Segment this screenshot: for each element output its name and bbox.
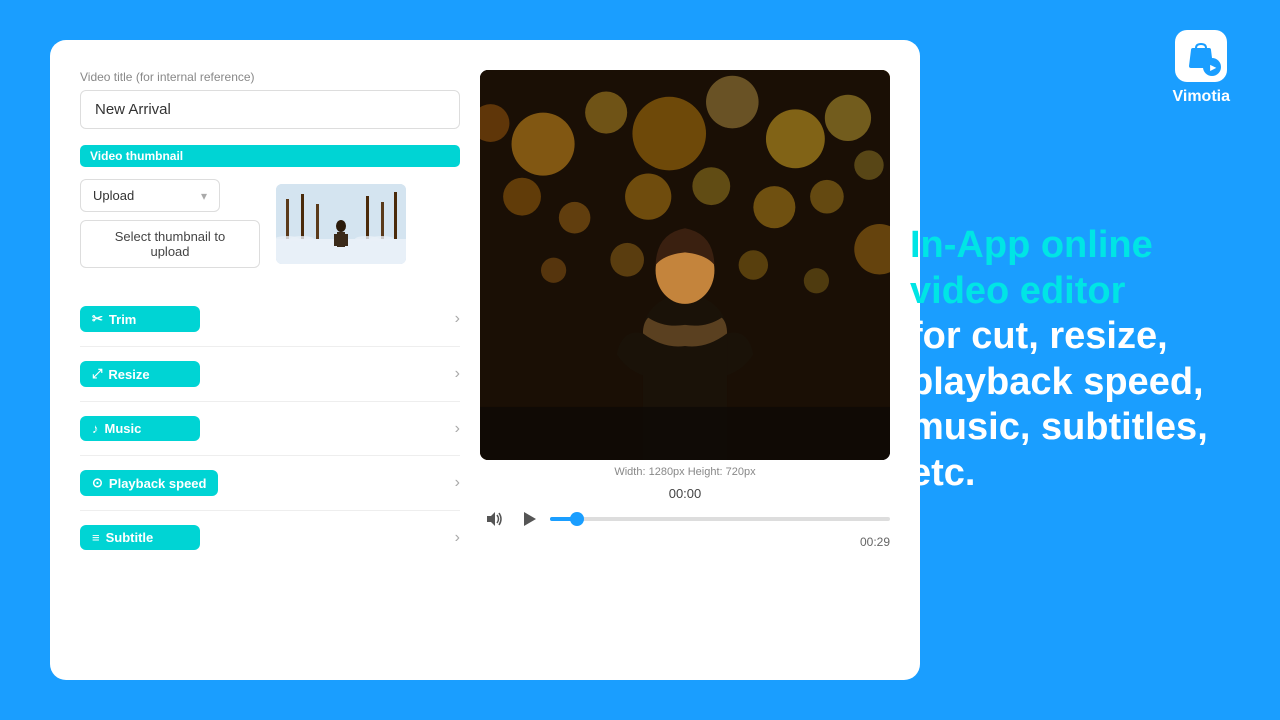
left-panel: Video title (for internal reference) Vid… — [80, 70, 460, 650]
playback-speed-tool-item[interactable]: ⊙ Playback speed › — [80, 456, 460, 511]
playback-speed-icon: ⊙ — [92, 475, 103, 491]
trim-icon: ✂ — [92, 311, 103, 327]
subtitle-chevron-icon: › — [455, 529, 460, 547]
play-button[interactable] — [516, 508, 542, 530]
volume-button[interactable] — [480, 507, 508, 531]
promo-cyan-text: In-App online video editor — [910, 224, 1153, 312]
music-tool-item[interactable]: ♪ Music › — [80, 402, 460, 456]
subtitle-icon: ≡ — [92, 530, 100, 545]
music-badge: ♪ Music — [80, 416, 200, 441]
subtitle-tool-left: ≡ Subtitle — [80, 525, 200, 550]
thumbnail-preview — [276, 184, 406, 264]
trim-badge: ✂ Trim — [80, 306, 200, 332]
video-size-label: Width: 1280px Height: 720px — [614, 466, 755, 478]
logo-play-icon — [1203, 58, 1221, 76]
upload-dropdown[interactable]: Upload ▾ — [80, 179, 220, 212]
music-tool-left: ♪ Music — [80, 416, 200, 441]
trim-chevron-icon: › — [455, 310, 460, 328]
playback-speed-badge: ⊙ Playback speed — [80, 470, 218, 496]
resize-badge: ⤢ Resize — [80, 361, 200, 387]
promo-text: In-App online video editor for cut, resi… — [910, 223, 1230, 497]
resize-tool-item[interactable]: ⤢ Resize › — [80, 347, 460, 402]
video-preview — [480, 70, 890, 460]
controls-row — [480, 507, 890, 531]
resize-icon: ⤢ — [92, 366, 102, 382]
resize-chevron-icon: › — [455, 365, 460, 383]
upload-controls: Upload ▾ Select thumbnail to upload — [80, 179, 260, 268]
subtitle-tool-item[interactable]: ≡ Subtitle › — [80, 511, 460, 564]
resize-label: Resize — [108, 367, 149, 382]
music-chevron-icon: › — [455, 420, 460, 438]
player-controls: 00:00 — [480, 486, 890, 549]
music-label: Music — [105, 421, 142, 436]
video-title-label: Video title (for internal reference) — [80, 70, 460, 84]
promo-white-text: for cut, resize, playback speed, music, … — [910, 315, 1208, 494]
playback-speed-tool-left: ⊙ Playback speed — [80, 470, 218, 496]
main-card: Video title (for internal reference) Vid… — [50, 40, 920, 680]
subtitle-label: Subtitle — [106, 530, 154, 545]
logo-icon — [1175, 30, 1227, 82]
video-title-input[interactable] — [80, 90, 460, 129]
current-time-display: 00:00 — [480, 486, 890, 501]
thumbnail-row: Upload ▾ Select thumbnail to upload — [80, 179, 460, 268]
subtitle-badge: ≡ Subtitle — [80, 525, 200, 550]
music-icon: ♪ — [92, 421, 99, 436]
right-panel: Width: 1280px Height: 720px 00:00 — [480, 70, 890, 650]
playback-speed-label: Playback speed — [109, 476, 207, 491]
resize-tool-left: ⤢ Resize — [80, 361, 200, 387]
progress-bar[interactable] — [550, 517, 890, 521]
video-thumbnail-badge: Video thumbnail — [80, 145, 460, 167]
duration-display: 00:29 — [480, 535, 890, 549]
promo-headline: In-App online video editor for cut, resi… — [910, 223, 1230, 497]
volume-icon — [484, 509, 504, 529]
progress-thumb — [570, 512, 584, 526]
video-container — [480, 70, 890, 460]
thumbnail-image — [276, 184, 406, 264]
video-frame — [480, 70, 890, 460]
play-icon — [520, 510, 538, 528]
trim-tool-item[interactable]: ✂ Trim › — [80, 292, 460, 347]
chevron-down-icon: ▾ — [201, 189, 207, 203]
logo-name: Vimotia — [1173, 88, 1231, 106]
tool-list: ✂ Trim › ⤢ Resize › ♪ — [80, 292, 460, 564]
logo-area: Vimotia — [1173, 30, 1231, 106]
playback-speed-chevron-icon: › — [455, 474, 460, 492]
upload-option-label: Upload — [93, 188, 134, 203]
trim-tool-left: ✂ Trim — [80, 306, 200, 332]
trim-label: Trim — [109, 312, 136, 327]
select-thumbnail-button[interactable]: Select thumbnail to upload — [80, 220, 260, 268]
